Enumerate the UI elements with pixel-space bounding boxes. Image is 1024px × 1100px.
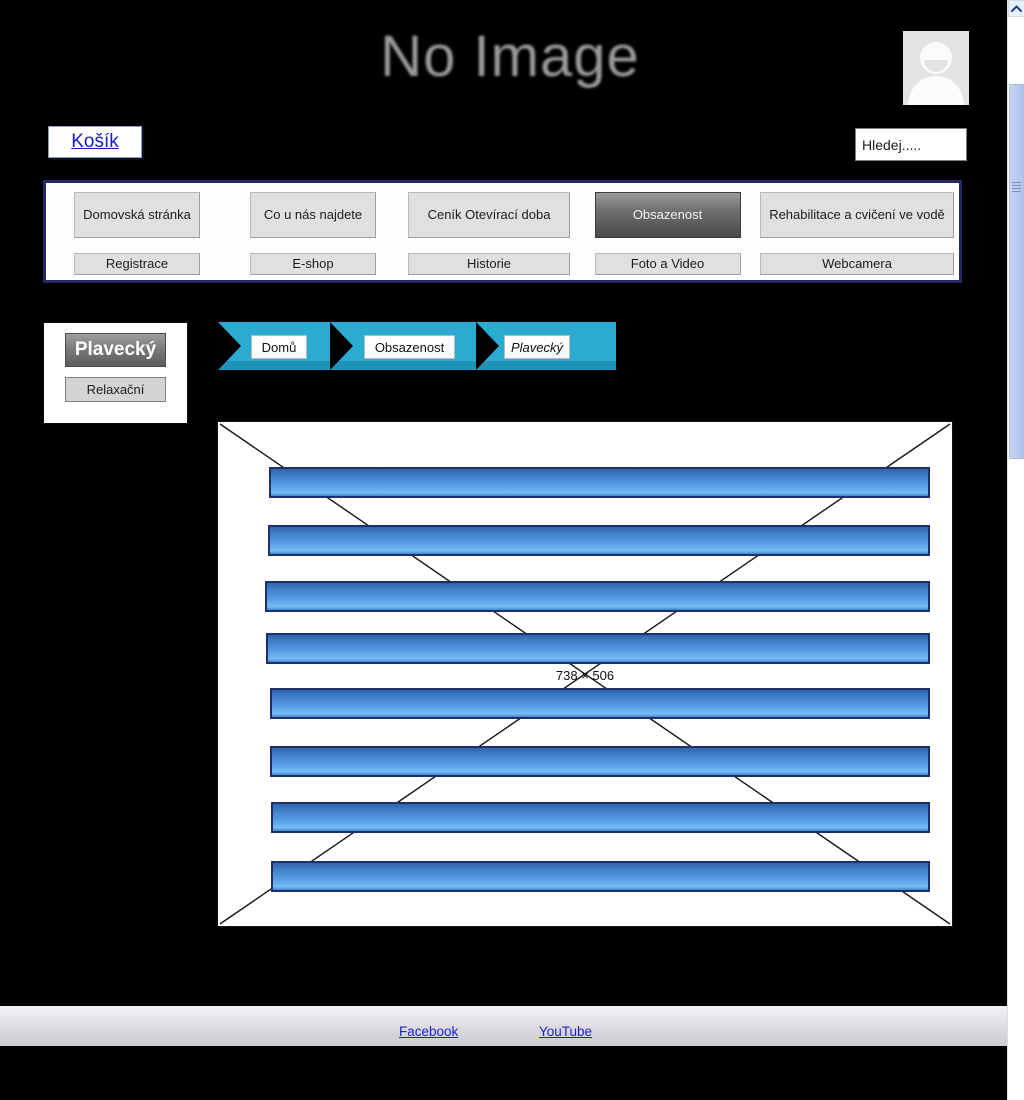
logo-placeholder: No Image [380, 24, 640, 89]
sidebar-item-relaxacni[interactable]: Relaxační [65, 377, 166, 402]
broken-image-bar [266, 633, 930, 664]
nav-item-domovska-stranka[interactable]: Domovská stránka [74, 192, 200, 238]
broken-image-bar [270, 746, 930, 777]
broken-image-bar [271, 861, 930, 892]
breadcrumb-item-plavecky[interactable]: Plavecký [504, 335, 570, 359]
footer-link-facebook[interactable]: Facebook [399, 1024, 458, 1039]
nav-cell-2b: E-shop [228, 253, 398, 275]
nav-item-obsazenost[interactable]: Obsazenost [594, 192, 741, 238]
nav-cell-4: Obsazenost [580, 192, 755, 240]
nav-cell-5b: Webcamera [755, 253, 959, 275]
broken-image-dimensions-label: 738 × 506 [555, 668, 615, 683]
site-header: No Image Košík [0, 0, 1007, 178]
main-navigation: Domovská stránka Co u nás najdete Ceník … [43, 180, 962, 283]
breadcrumb-item-domu[interactable]: Domů [251, 335, 307, 359]
nav-cell-3: Ceník Otevírací doba [398, 192, 580, 240]
site-footer: Facebook YouTube [0, 1006, 1007, 1046]
nav-item-rehabilitace-a-cviceni-ve-vode[interactable]: Rehabilitace a cvičení ve vodě [760, 192, 954, 238]
nav-item-registrace[interactable]: Registrace [74, 253, 200, 275]
broken-image-bar [269, 467, 930, 498]
nav-cell-1b: Registrace [46, 253, 228, 275]
broken-image-bar [270, 688, 930, 719]
nav-cell-5: Rehabilitace a cvičení ve vodě [755, 192, 959, 240]
scrollbar-up-arrow-icon[interactable] [1008, 0, 1024, 17]
scrollbar-grip-icon [1012, 182, 1021, 192]
category-sidebar: Plavecký Relaxační [43, 322, 188, 424]
cart-button[interactable]: Košík [48, 126, 142, 158]
sidebar-item-plavecky[interactable]: Plavecký [65, 333, 166, 367]
broken-image-bar [271, 802, 930, 833]
search-input[interactable] [856, 129, 966, 160]
nav-row-secondary: Registrace E-shop Historie Foto a Video … [46, 253, 959, 275]
nav-item-foto-a-video[interactable]: Foto a Video [594, 253, 741, 275]
nav-item-e-shop[interactable]: E-shop [250, 253, 376, 275]
user-avatar-icon[interactable] [903, 31, 969, 105]
broken-image-placeholder: 738 × 506 [217, 421, 953, 927]
scrollbar-thumb[interactable] [1009, 84, 1024, 459]
nav-item-historie[interactable]: Historie [408, 253, 570, 275]
search-box[interactable] [855, 128, 967, 161]
breadcrumb-item-obsazenost[interactable]: Obsazenost [364, 335, 455, 359]
footer-link-youtube[interactable]: YouTube [539, 1024, 592, 1039]
page-viewport: No Image Košík Domovská stránka [0, 0, 1007, 1100]
cart-button-label: Košík [71, 131, 119, 152]
broken-image-bar [268, 525, 930, 556]
nav-cell-2: Co u nás najdete [228, 192, 398, 240]
nav-cell-1: Domovská stránka [46, 192, 228, 240]
nav-item-co-u-nas-najdete[interactable]: Co u nás najdete [250, 192, 376, 238]
nav-item-cenik-oteviraci-doba[interactable]: Ceník Otevírací doba [408, 192, 570, 238]
breadcrumb: Domů Obsazenost Plavecký [218, 322, 616, 370]
nav-row-primary: Domovská stránka Co u nás najdete Ceník … [46, 192, 959, 240]
nav-item-webcamera[interactable]: Webcamera [760, 253, 954, 275]
breadcrumb-shadow-2 [350, 361, 482, 370]
nav-cell-3b: Historie [398, 253, 580, 275]
browser-page: No Image Košík Domovská stránka [0, 0, 1024, 1100]
vertical-scrollbar[interactable] [1007, 0, 1024, 1100]
nav-cell-4b: Foto a Video [580, 253, 755, 275]
broken-image-bar [265, 581, 930, 612]
breadcrumb-shadow-3 [482, 361, 616, 370]
